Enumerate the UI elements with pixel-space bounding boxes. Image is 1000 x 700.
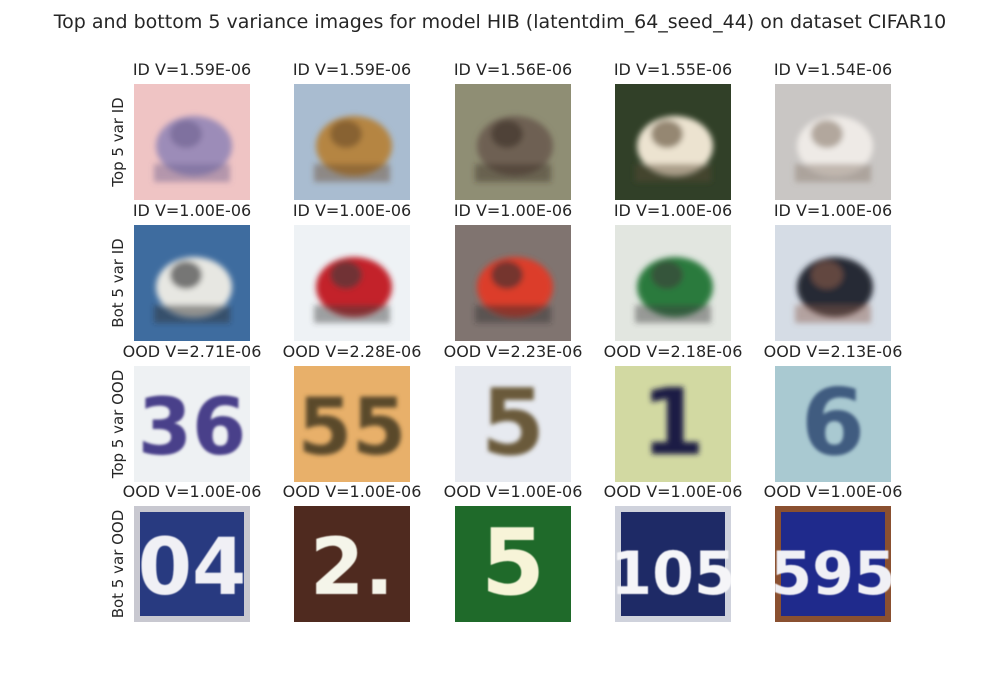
digit-image: 2. [294,506,410,622]
digit-image: 36 [134,366,250,482]
cifar-image [134,225,250,341]
digit-glyph: 105 [615,539,731,609]
image-caption: OOD V=1.00E-06 [603,482,743,501]
row-label: Bot 5 var ID [109,238,127,328]
cifar-image [455,225,571,341]
digit-image: 04 [134,506,250,622]
image-caption: ID V=1.56E-06 [453,60,573,79]
image-caption: ID V=1.00E-06 [453,201,573,220]
image-caption: ID V=1.00E-06 [132,201,252,220]
image-caption: ID V=1.00E-06 [773,201,893,220]
image-caption: OOD V=1.00E-06 [122,482,262,501]
row-label: Top 5 var ID [109,97,127,187]
digit-image: 595 [775,506,891,622]
digit-glyph: 5 [481,509,545,616]
digit-glyph: 5 [481,369,545,476]
digit-glyph: 36 [138,383,247,473]
digit-image: 1 [615,366,731,482]
digit-glyph: 595 [775,539,891,609]
image-caption: OOD V=2.28E-06 [282,342,422,361]
image-caption: ID V=1.00E-06 [292,201,412,220]
cifar-image [455,84,571,200]
cifar-image [615,84,731,200]
image-caption: ID V=1.54E-06 [773,60,893,79]
digit-glyph: 04 [138,523,247,613]
digit-glyph: 55 [298,383,407,473]
digit-image: 55 [294,366,410,482]
digit-glyph: 1 [641,369,705,476]
cifar-image [775,84,891,200]
image-caption: ID V=1.00E-06 [613,201,733,220]
cifar-image [775,225,891,341]
digit-image: 5 [455,506,571,622]
image-caption: OOD V=1.00E-06 [282,482,422,501]
cifar-image [615,225,731,341]
cifar-image [294,225,410,341]
digit-image: 105 [615,506,731,622]
image-caption: ID V=1.59E-06 [292,60,412,79]
digit-glyph: 6 [801,369,865,476]
cifar-image [134,84,250,200]
image-caption: OOD V=2.23E-06 [443,342,583,361]
digit-image: 6 [775,366,891,482]
digit-image: 5 [455,366,571,482]
image-caption: ID V=1.55E-06 [613,60,733,79]
image-caption: OOD V=2.13E-06 [763,342,903,361]
image-caption: OOD V=1.00E-06 [763,482,903,501]
row-label: Top 5 var OOD [109,369,127,479]
image-caption: ID V=1.59E-06 [132,60,252,79]
digit-glyph: 2. [310,523,394,613]
figure-title: Top and bottom 5 variance images for mod… [53,11,947,33]
image-caption: OOD V=2.71E-06 [122,342,262,361]
row-label: Bot 5 var OOD [109,509,127,619]
image-caption: OOD V=2.18E-06 [603,342,743,361]
image-caption: OOD V=1.00E-06 [443,482,583,501]
cifar-image [294,84,410,200]
